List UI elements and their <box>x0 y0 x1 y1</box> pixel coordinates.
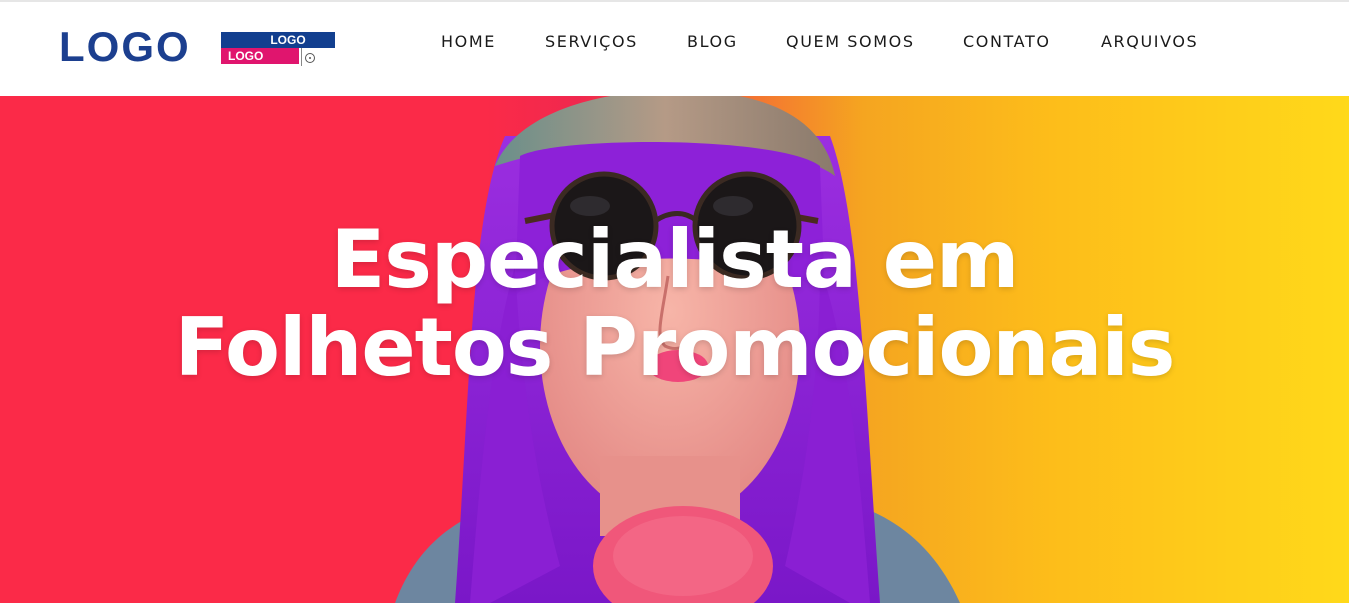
hero-title: Especialista em Folhetos Promocionais <box>0 216 1349 392</box>
nav-item-home[interactable]: HOME <box>441 32 496 52</box>
hero-title-line-1: Especialista em <box>330 213 1020 306</box>
nav-item-arquivos[interactable]: ARQUIVOS <box>1101 32 1198 52</box>
hero-title-line-2: Folhetos Promocionais <box>174 301 1176 394</box>
hero-banner: Especialista em Folhetos Promocionais <box>0 96 1349 603</box>
nav-item-blog[interactable]: BLOG <box>687 32 738 52</box>
target-icon <box>305 53 315 63</box>
nav-item-contato[interactable]: CONTATO <box>963 32 1051 52</box>
nav-item-quem-somos[interactable]: QUEM SOMOS <box>786 32 915 52</box>
site-header: LOGO LOGO LOGO HOME SERVIÇOS BLOG QUEM S… <box>0 0 1349 96</box>
nav-item-servicos[interactable]: SERVIÇOS <box>545 32 638 52</box>
main-nav: HOME SERVIÇOS BLOG QUEM SOMOS CONTATO AR… <box>0 32 1349 54</box>
